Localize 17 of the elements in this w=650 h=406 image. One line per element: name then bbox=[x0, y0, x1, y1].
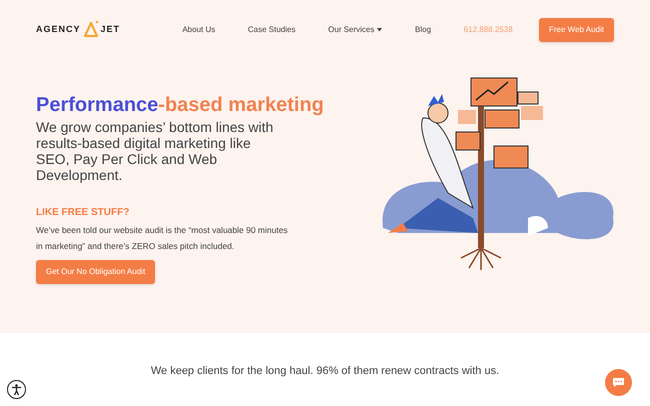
nav-link[interactable]: About Us bbox=[182, 24, 216, 36]
caret-icon bbox=[377, 28, 382, 32]
hero-subheading: We grow companies’ bottom lines with results-based digital marketing like SEO, Pay Per Click and Web Development. bbox=[36, 119, 274, 183]
accessibility-icon[interactable] bbox=[7, 380, 26, 399]
nav-link[interactable]: Blog bbox=[415, 24, 432, 36]
chat-icon bbox=[612, 377, 625, 388]
logo-text: JET bbox=[100, 23, 120, 36]
hero-body-text: We’ve been told our website audit is the “most valuable 90 minutes in marketing” and there’s ZERO sales pitch included. bbox=[36, 224, 289, 253]
eyebrow-heading: LIKE FREE STUFF? bbox=[36, 206, 130, 220]
tagline-text: We keep clients for the long haul. 96% of them renew contracts with us. bbox=[150, 364, 500, 379]
headline-text: -based marketing bbox=[158, 94, 324, 116]
logo-text: AGENCY bbox=[36, 23, 81, 36]
logo-icon bbox=[82, 20, 99, 40]
nav-link[interactable]: Case Studies bbox=[248, 24, 296, 36]
nav-dropdown[interactable]: Our Services bbox=[328, 24, 382, 36]
chat-button[interactable] bbox=[605, 369, 632, 396]
headline-text: Performance bbox=[36, 94, 158, 116]
